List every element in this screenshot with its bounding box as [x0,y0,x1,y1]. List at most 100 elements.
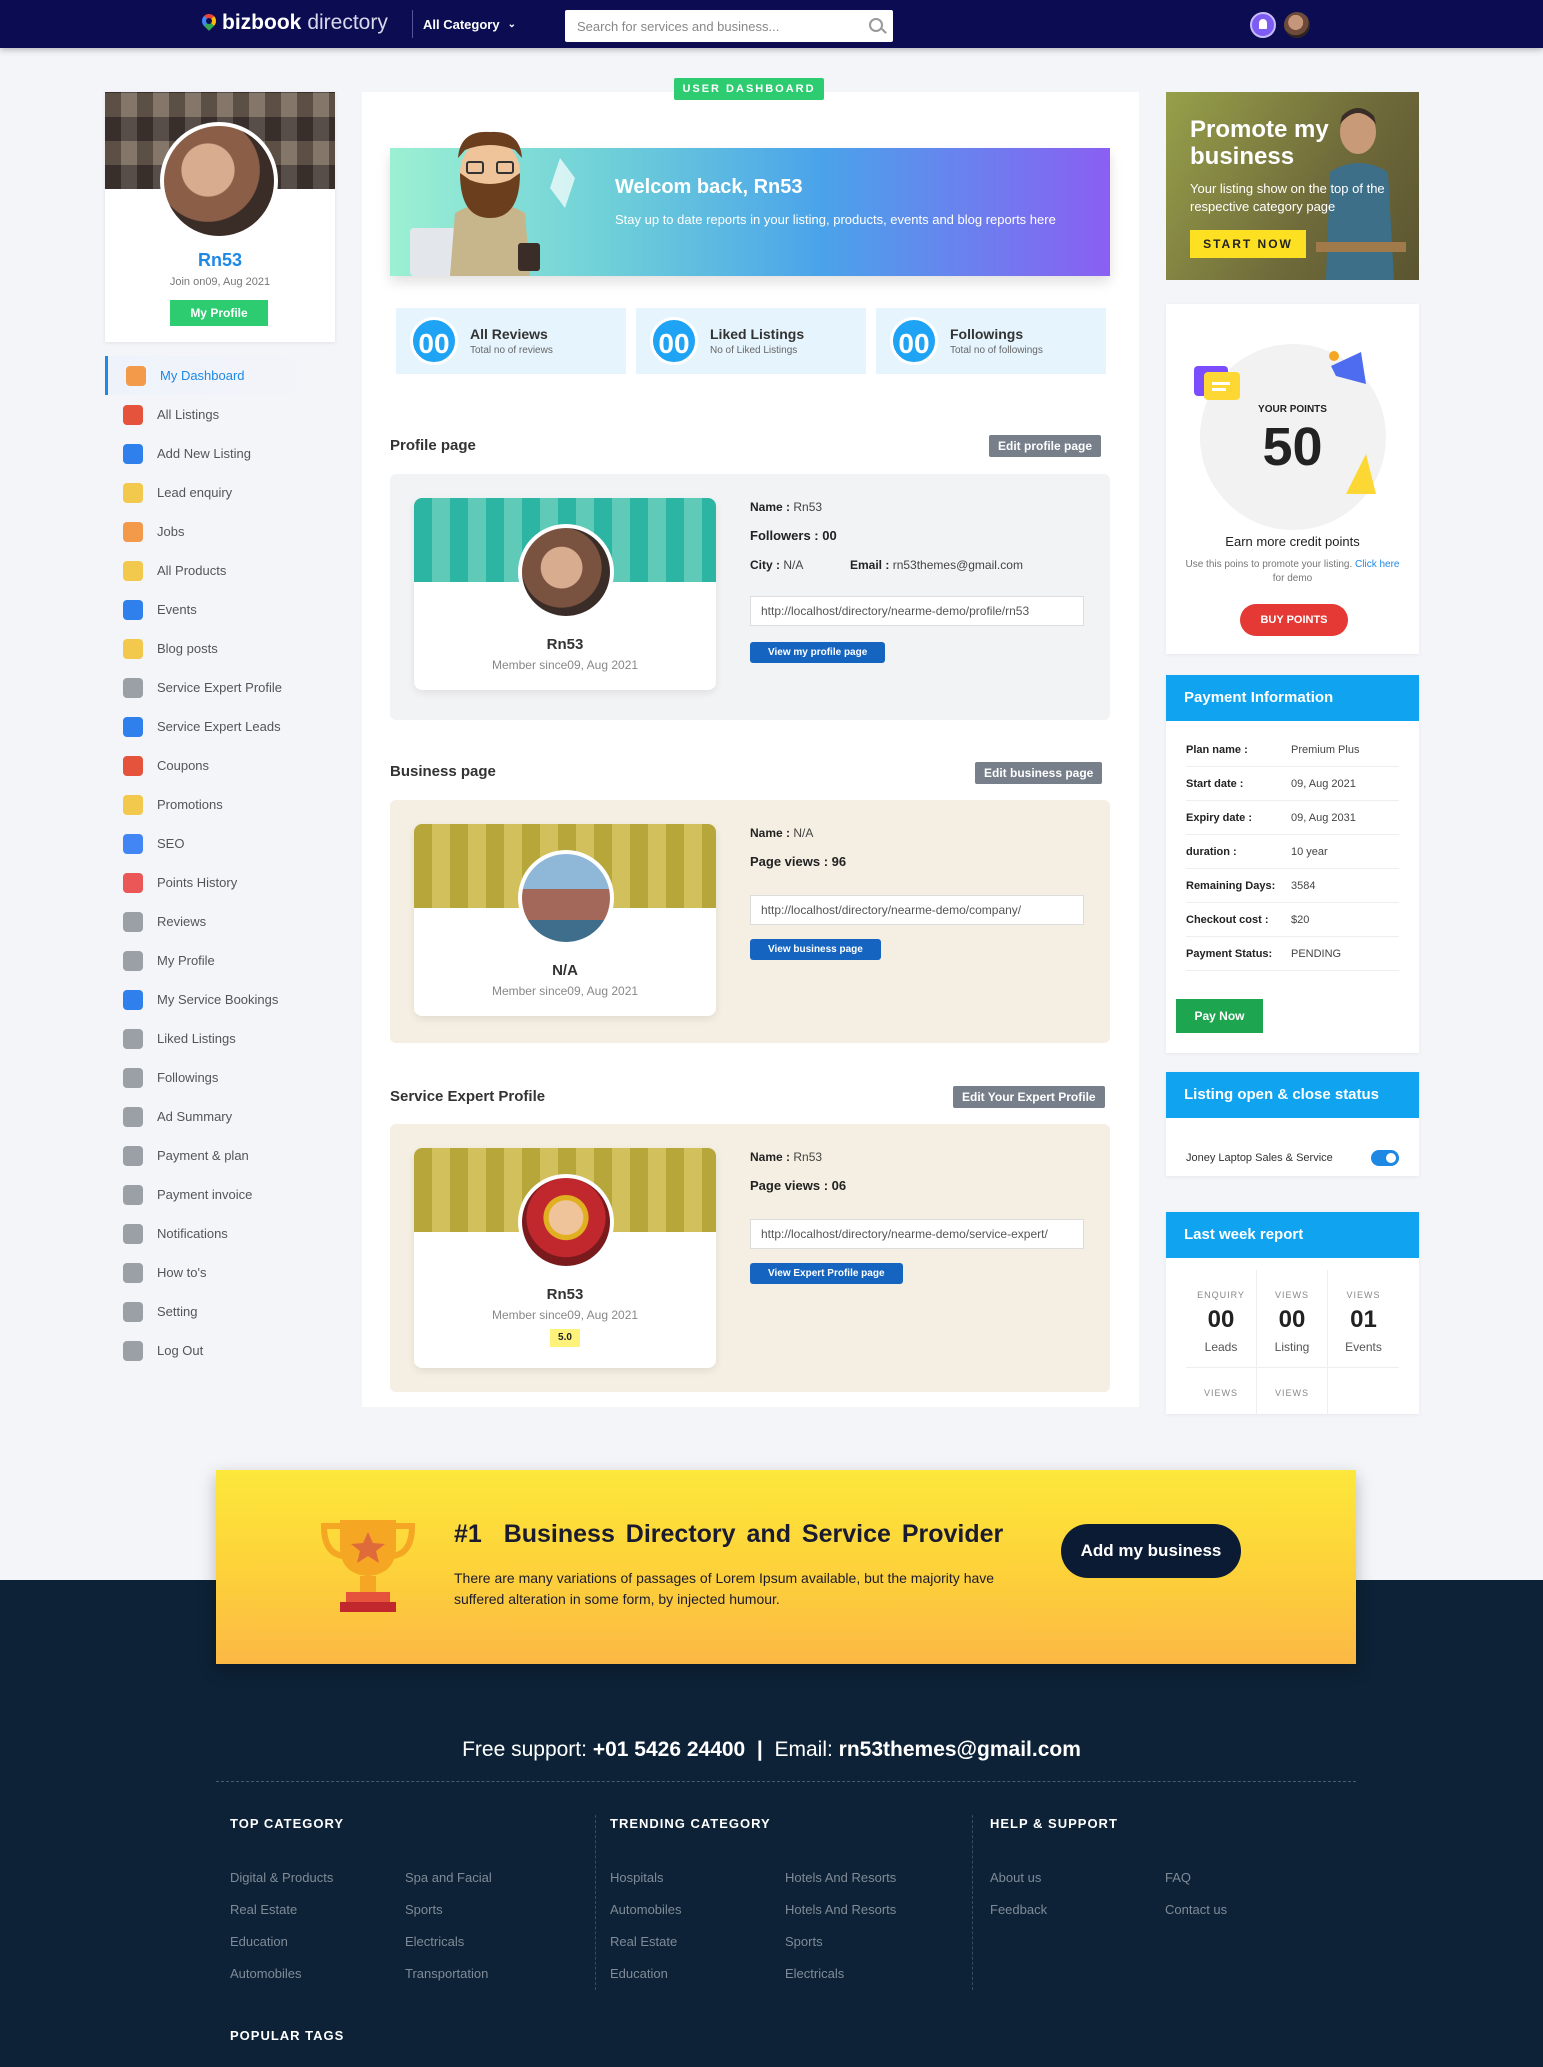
stat-card-reviews[interactable]: 00 All Reviews Total no of reviews [396,308,626,374]
support-separator: | [756,1738,763,1761]
sidebar-item-all-listings[interactable]: All Listings [105,395,335,434]
footer-link[interactable]: Feedback [990,1902,1047,1917]
edit-expert-profile-button[interactable]: Edit Your Expert Profile [953,1086,1105,1108]
expert-url-field[interactable]: http://localhost/directory/nearme-demo/s… [750,1219,1084,1249]
payment-row-value: 09, Aug 2031 [1291,811,1356,824]
sidebar-item-log-out[interactable]: Log Out [105,1331,335,1370]
footer-link[interactable]: Sports [785,1934,823,1949]
edit-profile-page-button[interactable]: Edit profile page [989,435,1102,457]
support-phone[interactable]: +01 5426 24400 [593,1738,745,1761]
footer-link[interactable]: Automobiles [610,1902,682,1917]
category-dropdown[interactable]: All Category ⌄ [412,10,516,38]
footer-link[interactable]: Sports [405,1902,443,1917]
business-url-field[interactable]: http://localhost/directory/nearme-demo/c… [750,895,1084,925]
edit-business-page-button[interactable]: Edit business page [975,762,1103,784]
info-name-label: Name : [750,1150,791,1164]
footer-link[interactable]: Real Estate [610,1934,677,1949]
payment-row-value: $20 [1291,913,1310,926]
sidebar-item-setting[interactable]: Setting [105,1292,335,1331]
footer-link[interactable]: Hospitals [610,1870,663,1885]
sidebar-item-seo[interactable]: SEO [105,824,335,863]
mini-since: Member since09, Aug 2021 [491,984,639,998]
profile-name: Rn53 [197,250,242,270]
sidebar-item-lead-enquiry[interactable]: Lead enquiry [105,473,335,512]
sidebar-item-blog-posts[interactable]: Blog posts [105,629,335,668]
your-points-label: YOUR POINTS [1258,404,1327,415]
info-name-value: N/A [793,826,814,840]
report-cell-value: 00 [1207,1306,1235,1333]
buy-points-button[interactable]: BUY POINTS [1240,604,1348,636]
info-name-label: Name : [750,826,791,840]
sidebar-item-promotions[interactable]: Promotions [105,785,335,824]
footer-link[interactable]: Electricals [405,1934,464,1949]
footer-link[interactable]: Education [610,1966,668,1981]
search-placeholder: Search for services and business... [577,18,780,34]
sidebar-item-notifications[interactable]: Notifications [105,1214,335,1253]
info-name-value: Rn53 [793,1150,823,1164]
sidebar-item-add-new-listing[interactable]: Add New Listing [105,434,335,473]
my-profile-button[interactable]: My Profile [170,300,268,326]
listing-status-toggle[interactable] [1371,1150,1399,1166]
footer-link[interactable]: Automobiles [230,1966,302,1981]
sidebar-item-all-products[interactable]: All Products [105,551,335,590]
view-business-page-button[interactable]: View business page [750,939,881,960]
sidebar-item-liked-listings[interactable]: Liked Listings [105,1019,335,1058]
footer-link[interactable]: FAQ [1165,1870,1191,1885]
sidebar-item-ad-summary[interactable]: Ad Summary [105,1097,335,1136]
sidebar-item-coupons[interactable]: Coupons [105,746,335,785]
sidebar-item-my-profile[interactable]: My Profile [105,941,335,980]
add-my-business-button[interactable]: Add my business [1061,1524,1241,1578]
info-email-label: Email : [850,558,890,572]
sidebar-item-my-dashboard[interactable]: My Dashboard [105,356,335,395]
map-pin-icon [202,14,216,32]
sidebar-item-followings[interactable]: Followings [105,1058,335,1097]
trending-category-heading: TRENDING CATEGORY [610,1816,771,1831]
sidebar-item-jobs[interactable]: Jobs [105,512,335,551]
footer-link[interactable]: Hotels And Resorts [785,1870,896,1885]
footer-link[interactable]: Education [230,1934,288,1949]
footer-link[interactable]: Spa and Facial [405,1870,492,1885]
view-expert-profile-button[interactable]: View Expert Profile page [750,1263,903,1284]
sidebar-item-payment-invoice[interactable]: Payment invoice [105,1175,335,1214]
sidebar-item-service-expert-leads[interactable]: Service Expert Leads [105,707,335,746]
footer-link[interactable]: Electricals [785,1966,844,1981]
site-logo[interactable]: bizbook directory [202,11,388,35]
pay-now-button[interactable]: Pay Now [1176,999,1263,1033]
sidebar-item-reviews[interactable]: Reviews [105,902,335,941]
sidebar-item-label: Liked Listings [157,1031,236,1046]
profile-url-field[interactable]: http://localhost/directory/nearme-demo/p… [750,596,1084,626]
sidebar-item-label: Blog posts [157,641,218,656]
report-cell-caption: Listing [1274,1340,1310,1354]
support-email[interactable]: rn53themes@gmail.com [839,1738,1081,1761]
notification-bell-icon[interactable] [1250,12,1276,38]
footer-link[interactable]: Transportation [405,1966,488,1981]
search-icon[interactable] [869,18,883,32]
sidebar-item-how-to-s[interactable]: How to's [105,1253,335,1292]
stat-card-followings[interactable]: 00 Followings Total no of followings [876,308,1106,374]
bell-icon [123,1223,143,1244]
jobs-icon [123,521,143,542]
sidebar-item-points-history[interactable]: Points History [105,863,335,902]
footer-link[interactable]: Real Estate [230,1902,297,1917]
stat-card-liked[interactable]: 00 Liked Listings No of Liked Listings [636,308,866,374]
earn-points-title: Earn more credit points [1225,534,1360,549]
footer-link[interactable]: Digital & Products [230,1870,333,1885]
info-city-value: N/A [783,558,804,572]
listing-status-item: Joney Laptop Sales & Service [1186,1152,1333,1164]
click-here-link[interactable]: Click here [1355,559,1399,570]
sidebar-item-service-expert-profile[interactable]: Service Expert Profile [105,668,335,707]
sidebar-item-my-service-bookings[interactable]: My Service Bookings [105,980,335,1019]
footer-link[interactable]: Hotels And Resorts [785,1902,896,1917]
user-avatar[interactable] [1284,12,1310,38]
help-support-heading: HELP & SUPPORT [990,1816,1118,1831]
start-now-button[interactable]: START NOW [1190,230,1306,258]
footer-link[interactable]: Contact us [1165,1902,1227,1917]
sidebar-item-payment-plan[interactable]: Payment & plan [105,1136,335,1175]
view-profile-page-button[interactable]: View my profile page [750,642,886,663]
heart-icon [123,1028,143,1049]
search-input[interactable]: Search for services and business... [565,10,893,42]
mini-name: N/A [552,962,578,979]
sidebar-item-events[interactable]: Events [105,590,335,629]
footer-link[interactable]: About us [990,1870,1041,1885]
sidebar-item-label: Log Out [157,1343,204,1358]
